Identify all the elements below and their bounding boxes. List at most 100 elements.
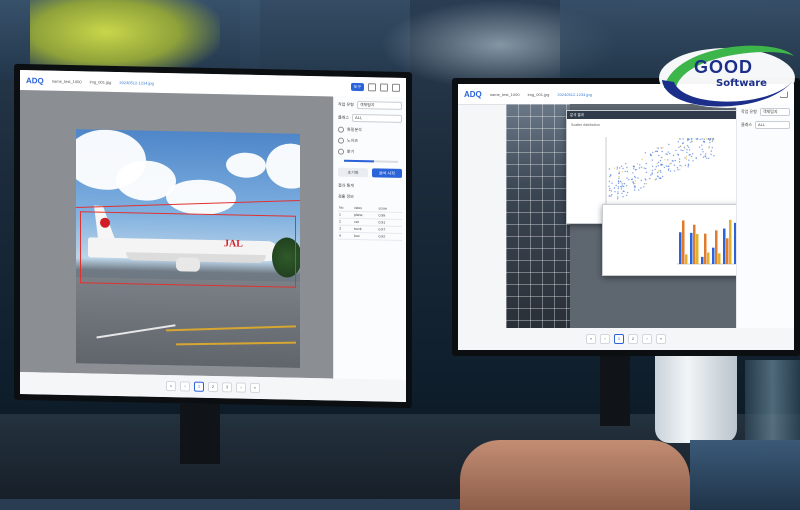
- option-row[interactable]: 밝기: [338, 148, 402, 156]
- scatter-point: [650, 154, 653, 157]
- page-button[interactable]: 1: [614, 334, 624, 344]
- scatter-point: [619, 180, 622, 183]
- scatter-point: [659, 177, 661, 179]
- option-row[interactable]: 화질분석: [338, 126, 402, 134]
- radio-button[interactable]: [338, 126, 344, 133]
- scatter-point: [608, 194, 611, 196]
- scatter-point: [610, 190, 613, 192]
- bar: [726, 238, 729, 264]
- scatter-point: [713, 155, 715, 157]
- result-table: No class score 1 plane 0.98 2 car 0.91 3 truck 0.87…: [338, 204, 402, 241]
- page-button[interactable]: ›: [642, 334, 652, 344]
- option-label: 화질분석: [347, 126, 362, 133]
- page-button[interactable]: ‹: [600, 334, 610, 344]
- scatter-point: [712, 139, 714, 141]
- export-icon[interactable]: [392, 83, 400, 92]
- scatter-point: [667, 159, 669, 161]
- scatter-point: [706, 138, 708, 140]
- class-select[interactable]: ALL: [352, 113, 402, 123]
- scatter-point: [621, 181, 623, 183]
- page-button[interactable]: ›: [236, 382, 246, 393]
- app-logo[interactable]: ADQ: [26, 76, 44, 85]
- scatter-point: [656, 175, 659, 177]
- scatter-point: [701, 144, 703, 146]
- scatter-point: [661, 164, 664, 166]
- scatter-point: [651, 172, 653, 174]
- tab-file-3[interactable]: 20240512-1234.jpg: [557, 92, 591, 97]
- tab-file-2[interactable]: img_001.jpg: [90, 79, 112, 84]
- panel-label: 작업 유형: [338, 101, 354, 107]
- page-button[interactable]: «: [586, 334, 596, 344]
- scatter-point: [710, 153, 712, 156]
- badge-brand-word: GOOD: [694, 57, 754, 77]
- scatter-point: [672, 154, 675, 157]
- panel-row-task: 작업 유형 객체탐지: [338, 101, 402, 110]
- button-row: 초기화 분석 시작: [338, 167, 402, 178]
- tab-file-2[interactable]: img_001.jpg: [528, 92, 550, 97]
- scatter-point: [617, 196, 619, 198]
- scatter-point: [702, 151, 704, 153]
- scatter-point: [638, 167, 641, 169]
- class-select[interactable]: ALL: [755, 121, 790, 129]
- settings-icon[interactable]: [380, 83, 388, 92]
- scatter-point: [655, 166, 657, 168]
- scatter-point: [616, 168, 618, 170]
- scatter-point: [622, 195, 624, 198]
- image-canvas[interactable]: 분석 결과 Scatter distribution: [506, 104, 764, 328]
- radio-button[interactable]: [338, 148, 344, 155]
- table-cell: 4: [338, 232, 354, 240]
- scatter-point: [690, 141, 692, 143]
- image-canvas[interactable]: JAL: [20, 89, 333, 379]
- threshold-slider[interactable]: [344, 159, 398, 163]
- page-button[interactable]: «: [166, 381, 176, 392]
- page-button[interactable]: »: [656, 334, 666, 344]
- airport-photo: JAL: [76, 129, 300, 368]
- tool-button[interactable]: 도구: [350, 82, 364, 92]
- scatter-point: [674, 159, 676, 162]
- page-button[interactable]: »: [250, 382, 260, 393]
- option-row[interactable]: 노이즈: [338, 137, 402, 145]
- page-button[interactable]: ‹: [180, 381, 190, 392]
- scatter-point: [620, 186, 623, 188]
- scatter-point: [669, 163, 671, 165]
- scatter-point: [659, 159, 662, 162]
- scatter-point: [610, 195, 612, 197]
- background-bottles: [745, 360, 800, 440]
- scatter-point: [695, 157, 697, 159]
- page-button[interactable]: 2: [208, 381, 218, 393]
- scatter-point: [686, 151, 688, 154]
- scatter-point: [679, 168, 681, 171]
- scatter-point: [620, 165, 623, 167]
- scatter-point: [632, 183, 635, 185]
- analyze-button[interactable]: 분석 시작: [372, 168, 402, 178]
- page-button[interactable]: 2: [628, 334, 638, 344]
- app-logo[interactable]: ADQ: [464, 90, 482, 99]
- bar: [682, 220, 685, 264]
- scatter-point: [701, 148, 703, 151]
- scatter-point: [702, 156, 705, 158]
- tab-file-1[interactable]: name_test_1000: [52, 78, 82, 84]
- scatter-point: [618, 170, 621, 173]
- scatter-point: [687, 138, 689, 140]
- reset-button[interactable]: 초기화: [338, 167, 368, 178]
- tab-file-1[interactable]: name_test_1000: [490, 92, 520, 97]
- scatter-point: [624, 170, 626, 173]
- option-label: 노이즈: [347, 137, 359, 144]
- save-icon[interactable]: [368, 83, 376, 92]
- scatter-point: [618, 167, 621, 169]
- scatter-point: [665, 165, 668, 167]
- monitor-right: ADQ name_test_1000 img_001.jpg 20240512-…: [452, 78, 800, 356]
- scatter-point: [660, 171, 662, 173]
- page-button[interactable]: 3: [222, 382, 232, 393]
- scatter-point: [704, 155, 706, 157]
- task-select[interactable]: 객체탐지: [356, 101, 402, 110]
- tab-file-3[interactable]: 20240512-1234.jpg: [119, 80, 153, 86]
- page-button[interactable]: 1: [194, 381, 204, 392]
- table-row[interactable]: 4 bus 0.82: [338, 232, 402, 241]
- scatter-point: [638, 189, 640, 191]
- radio-button[interactable]: [338, 137, 344, 144]
- scatter-point: [660, 163, 662, 166]
- scatter-point: [682, 149, 684, 152]
- scatter-point: [634, 180, 636, 182]
- detection-box-plane[interactable]: [80, 211, 296, 288]
